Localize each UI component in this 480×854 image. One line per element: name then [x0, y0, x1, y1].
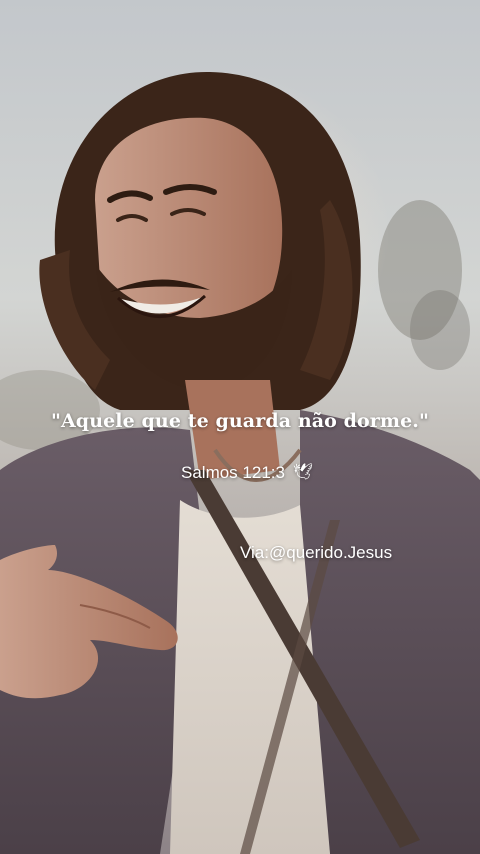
bible-quote: "Aquele que te guarda não dorme."	[50, 410, 430, 432]
via-credit: Via:@querido.Jesus	[240, 543, 393, 562]
verse-reference: Salmos 121:3 🕊	[181, 463, 313, 483]
dove-icon: 🕊	[292, 464, 314, 481]
story-frame: "Aquele que te guarda não dorme." Salmos…	[0, 0, 480, 854]
verse-reference-label: Salmos 121:3	[181, 463, 285, 482]
